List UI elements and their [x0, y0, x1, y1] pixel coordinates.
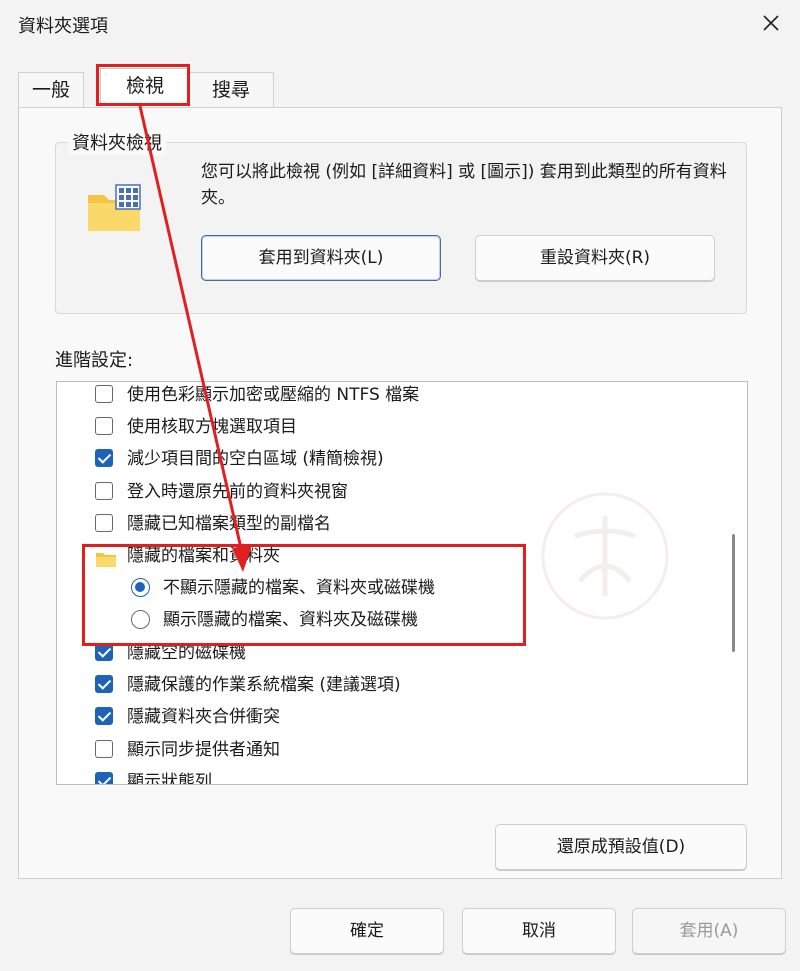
apply-button[interactable]: 套用(A): [632, 908, 786, 954]
folder-view-icon: [86, 183, 142, 238]
tab-general[interactable]: 一般: [18, 72, 84, 108]
restore-defaults-button[interactable]: 還原成預設值(D): [495, 824, 747, 870]
folder-views-title: 資料夾檢視: [68, 129, 166, 155]
folder-views-group: 資料夾檢視 您可以將此檢視 (例如 [詳細資料] 或 [圖示]) 套用到此類型的…: [55, 129, 747, 314]
list-item[interactable]: 隱藏已知檔案類型的副檔名: [57, 508, 717, 540]
close-button[interactable]: [756, 8, 786, 38]
annotation-highlight-hidden-files: [82, 544, 526, 646]
checkbox[interactable]: [95, 514, 113, 532]
list-item[interactable]: 登入時還原先前的資料夾視窗: [57, 476, 717, 508]
list-item[interactable]: 顯示同步提供者通知: [57, 734, 717, 766]
reset-folders-button[interactable]: 重設資料夾(R): [475, 235, 715, 281]
cancel-button[interactable]: 取消: [462, 908, 616, 954]
checkbox[interactable]: [95, 772, 113, 784]
apply-to-folders-button[interactable]: 套用到資料夾(L): [201, 235, 441, 281]
checkbox[interactable]: [95, 417, 113, 435]
window-title: 資料夾選項: [18, 16, 108, 37]
checkbox[interactable]: [95, 449, 113, 467]
list-item[interactable]: 減少項目間的空白區域 (精簡檢視): [57, 443, 717, 475]
list-item[interactable]: 使用核取方塊選取項目: [57, 411, 717, 443]
annotation-highlight-tab: [96, 64, 190, 106]
list-item[interactable]: 隱藏保護的作業系統檔案 (建議選項): [57, 669, 717, 701]
checkbox[interactable]: [95, 675, 113, 693]
list-item[interactable]: 顯示狀態列: [57, 766, 717, 784]
checkbox[interactable]: [95, 707, 113, 725]
list-item[interactable]: 使用色彩顯示加密或壓縮的 NTFS 檔案: [57, 382, 717, 411]
list-item[interactable]: 隱藏資料夾合併衝突: [57, 701, 717, 733]
checkbox[interactable]: [95, 482, 113, 500]
checkbox[interactable]: [95, 385, 113, 403]
tab-search[interactable]: 搜尋: [188, 72, 274, 108]
close-icon: [763, 15, 779, 31]
folder-views-description: 您可以將此檢視 (例如 [詳細資料] 或 [圖示]) 套用到此類型的所有資料夾。: [201, 162, 727, 208]
list-scrollbar[interactable]: [727, 382, 741, 784]
ok-button[interactable]: 確定: [290, 908, 444, 954]
checkbox[interactable]: [95, 740, 113, 758]
view-tab-panel: 資料夾檢視 您可以將此檢視 (例如 [詳細資料] 或 [圖示]) 套用到此類型的…: [18, 107, 782, 879]
advanced-settings-label: 進階設定:: [55, 350, 134, 371]
scrollbar-thumb[interactable]: [732, 534, 735, 652]
title-bar: 資料夾選項: [0, 0, 800, 52]
